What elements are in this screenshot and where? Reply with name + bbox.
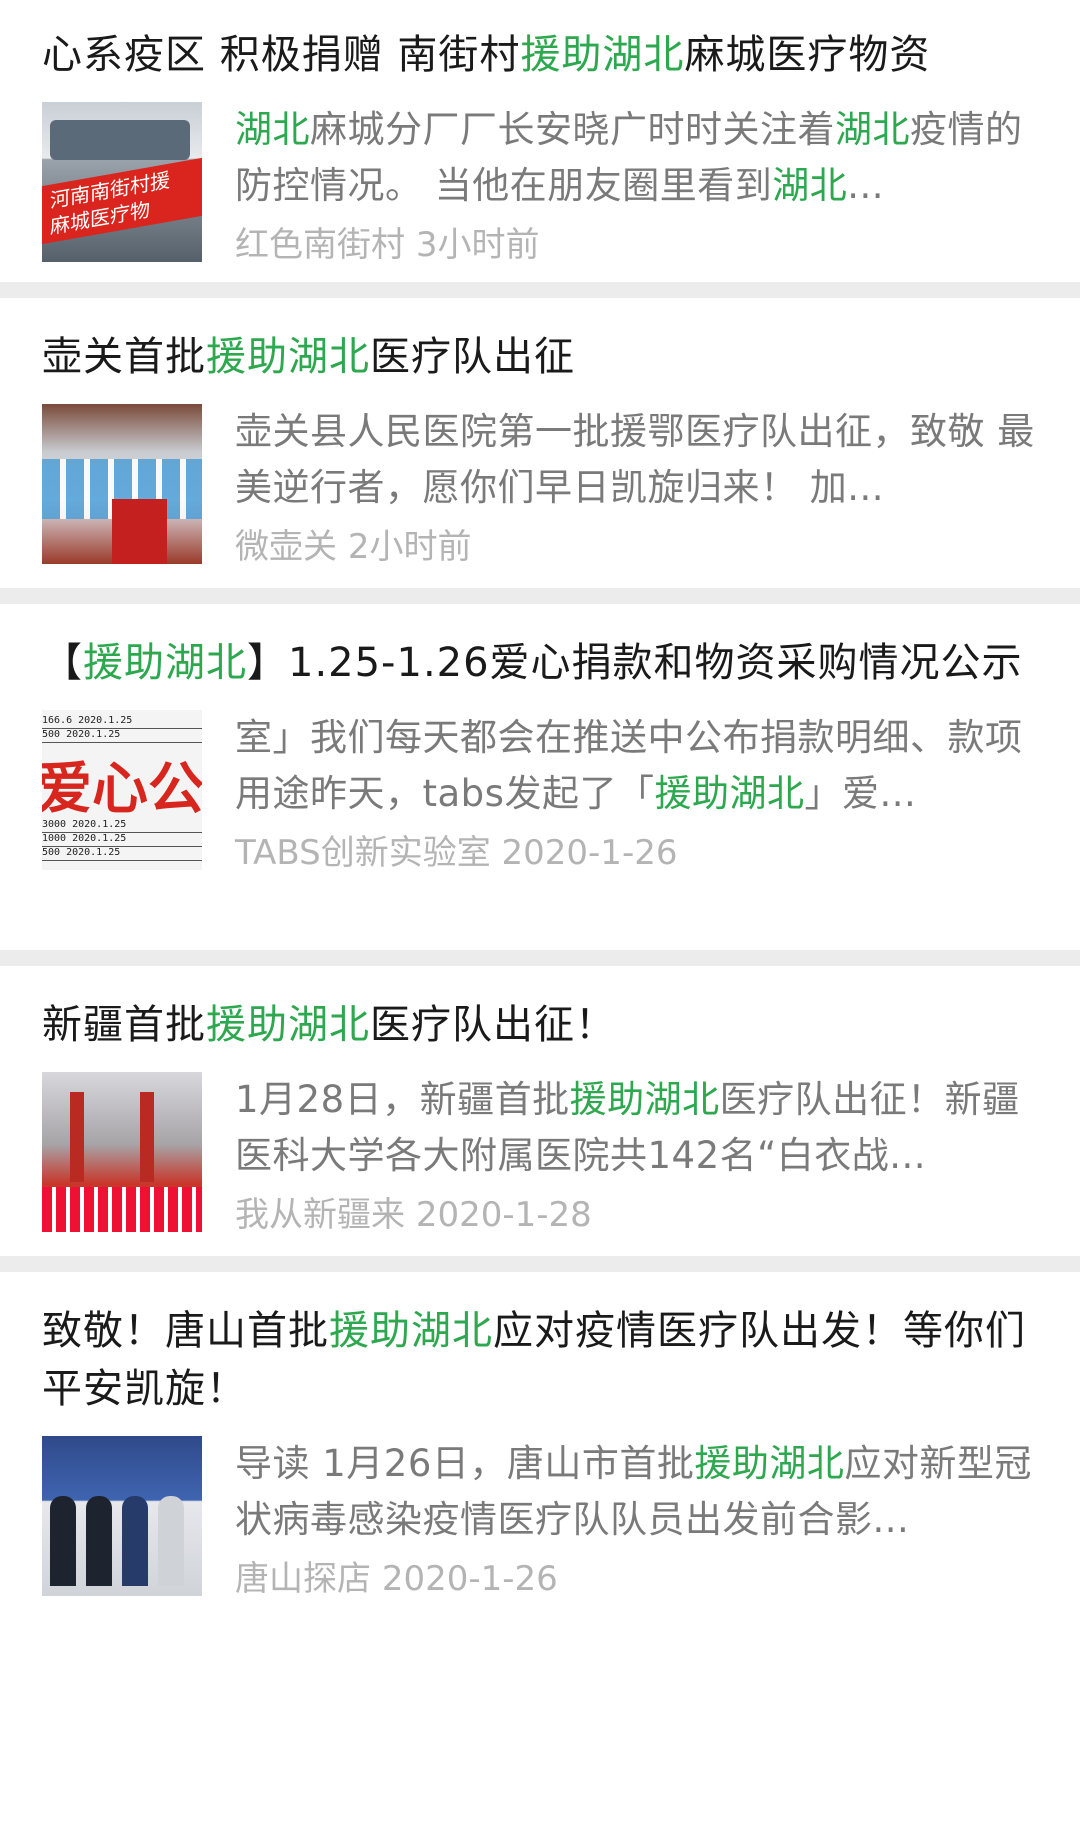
keyword-highlight: 援助湖北 (206, 334, 370, 380)
text-segment: 新疆首批 (42, 1002, 206, 1048)
article-summary: 湖北麻城分厂厂长安晓广时时关注着湖北疫情的防控情况。 当他在朋友圈里看到湖北..… (235, 102, 1035, 214)
article-time: 3小时前 (415, 225, 540, 265)
text-segment: 医疗队出征 (370, 334, 575, 380)
article-time: 2小时前 (347, 527, 472, 567)
article-source: TABS创新实验室 (235, 833, 491, 873)
text-segment: 」爱... (804, 772, 917, 815)
article-summary: 室」我们每天都会在推送中公布捐款明细、款项用途昨天，tabs发起了「援助湖北」爱… (235, 710, 1035, 822)
separator (0, 950, 1080, 966)
article-meta: 红色南街村 3小时前 (235, 220, 1035, 270)
table-row: 500 2020.1.25 (42, 728, 202, 743)
keyword-highlight: 援助湖北 (520, 32, 685, 78)
person (50, 1496, 76, 1586)
article-title[interactable]: 新疆首批援助湖北医疗队出征！ (42, 996, 1080, 1054)
text-segment: ... (847, 164, 885, 207)
article-time: 2020-1-26 (381, 1559, 558, 1599)
article-summary: 1月28日，新疆首批援助湖北医疗队出征！新疆医科大学各大附属医院共142名“白衣… (235, 1072, 1035, 1184)
keyword-highlight: 援助湖北 (694, 1442, 845, 1485)
keyword-highlight: 湖北 (235, 108, 310, 151)
person (122, 1496, 148, 1586)
text-segment: 【 (42, 640, 83, 686)
article-thumbnail[interactable]: 166.6 2020.1.25 500 2020.1.25 3000 2020.1.… (42, 710, 202, 870)
notice-text: 爱心公告 (42, 757, 202, 822)
article-meta: 微壶关 2小时前 (235, 522, 1035, 572)
article-source: 微壶关 (235, 527, 337, 567)
article-time: 2020-1-28 (415, 1195, 592, 1235)
person (86, 1496, 112, 1586)
article-source: 唐山探店 (235, 1559, 371, 1599)
keyword-highlight: 湖北 (835, 108, 910, 151)
pillar (140, 1092, 154, 1182)
article-title[interactable]: 心系疫区 积极捐赠 南街村援助湖北麻城医疗物资 (42, 26, 1080, 84)
text-segment: 1月28日，新疆首批 (235, 1078, 570, 1121)
person (158, 1496, 184, 1586)
keyword-highlight: 援助湖北 (329, 1308, 493, 1354)
table-row: 166.6 2020.1.25 (42, 714, 202, 729)
article-thumbnail[interactable] (42, 1072, 202, 1232)
table-row: 500 2020.1.25 (42, 846, 202, 861)
text-segment: 医疗队出征！ (370, 1002, 616, 1048)
crowd (42, 1187, 202, 1232)
article-summary: 导读 1月26日，唐山市首批援助湖北应对新型冠状病毒感染疫情医疗队队员出发前合影… (235, 1436, 1035, 1548)
article-source: 我从新疆来 (235, 1195, 405, 1235)
article-thumbnail[interactable] (42, 404, 202, 564)
keyword-highlight: 援助湖北 (206, 1002, 370, 1048)
keyword-highlight: 湖北 (772, 164, 848, 207)
article-card[interactable]: 新疆首批援助湖北医疗队出征！ 1月28日，新疆首批援助湖北医疗队出征！新疆医科大… (0, 966, 1080, 1256)
separator (0, 588, 1080, 604)
pillar (70, 1092, 84, 1182)
article-meta: 唐山探店 2020-1-26 (235, 1554, 1035, 1604)
article-title[interactable]: 壶关首批援助湖北医疗队出征 (42, 328, 1080, 386)
text-segment: 麻城医疗物资 (684, 32, 931, 78)
article-meta: TABS创新实验室 2020-1-26 (235, 828, 1035, 878)
keyword-highlight: 援助湖北 (654, 772, 805, 815)
article-time: 2020-1-26 (501, 833, 678, 873)
text-segment: 导读 1月26日，唐山市首批 (235, 1442, 695, 1485)
table-row: 1000 2020.1.25 (42, 832, 202, 847)
article-card[interactable]: 【援助湖北】1.25-1.26爱心捐款和物资采购情况公示 166.6 2020.… (0, 604, 1080, 950)
keyword-highlight: 援助湖北 (83, 640, 247, 686)
text-segment: 壶关首批 (42, 334, 206, 380)
keyword-highlight: 援助湖北 (569, 1078, 720, 1121)
text-segment: 致敬！唐山首批 (42, 1308, 329, 1354)
article-meta: 我从新疆来 2020-1-28 (235, 1190, 1035, 1240)
article-card[interactable]: 心系疫区 积极捐赠 南街村援助湖北麻城医疗物资 河南南街村援 麻城医疗物 湖北麻… (0, 0, 1080, 282)
text-segment: 壶关县人民医院第一批援鄂医疗队出征，致敬 最美逆行者，愿你们早日凯旋归来！ 加.… (235, 410, 1035, 509)
text-segment: 心系疫区 积极捐赠 南街村 (42, 32, 521, 78)
text-segment: 麻城分厂厂长安晓广时时关注着 (310, 108, 835, 151)
article-title[interactable]: 致敬！唐山首批援助湖北应对疫情医疗队出发！等你们平安凯旋！ (42, 1302, 1080, 1418)
van-window (50, 120, 190, 160)
separator (0, 1256, 1080, 1272)
article-source: 红色南街村 (235, 225, 405, 265)
article-card[interactable]: 壶关首批援助湖北医疗队出征 壶关县人民医院第一批援鄂医疗队出征，致敬 最美逆行者… (0, 298, 1080, 588)
article-title[interactable]: 【援助湖北】1.25-1.26爱心捐款和物资采购情况公示 (42, 634, 1080, 692)
separator (0, 282, 1080, 298)
article-thumbnail[interactable] (42, 1436, 202, 1596)
banner-text: 河南南街村援 麻城医疗物 (42, 157, 202, 245)
article-card[interactable]: 致敬！唐山首批援助湖北应对疫情医疗队出发！等你们平安凯旋！ 导读 1月26日，唐… (0, 1272, 1080, 1632)
article-summary: 壶关县人民医院第一批援鄂医疗队出征，致敬 最美逆行者，愿你们早日凯旋归来！ 加.… (235, 404, 1035, 516)
search-results-feed: 心系疫区 积极捐赠 南街村援助湖北麻城医疗物资 河南南街村援 麻城医疗物 湖北麻… (0, 0, 1080, 1632)
team-photo-figure (112, 499, 167, 564)
text-segment: 】1.25-1.26爱心捐款和物资采购情况公示 (247, 640, 1023, 686)
article-thumbnail[interactable]: 河南南街村援 麻城医疗物 (42, 102, 202, 262)
